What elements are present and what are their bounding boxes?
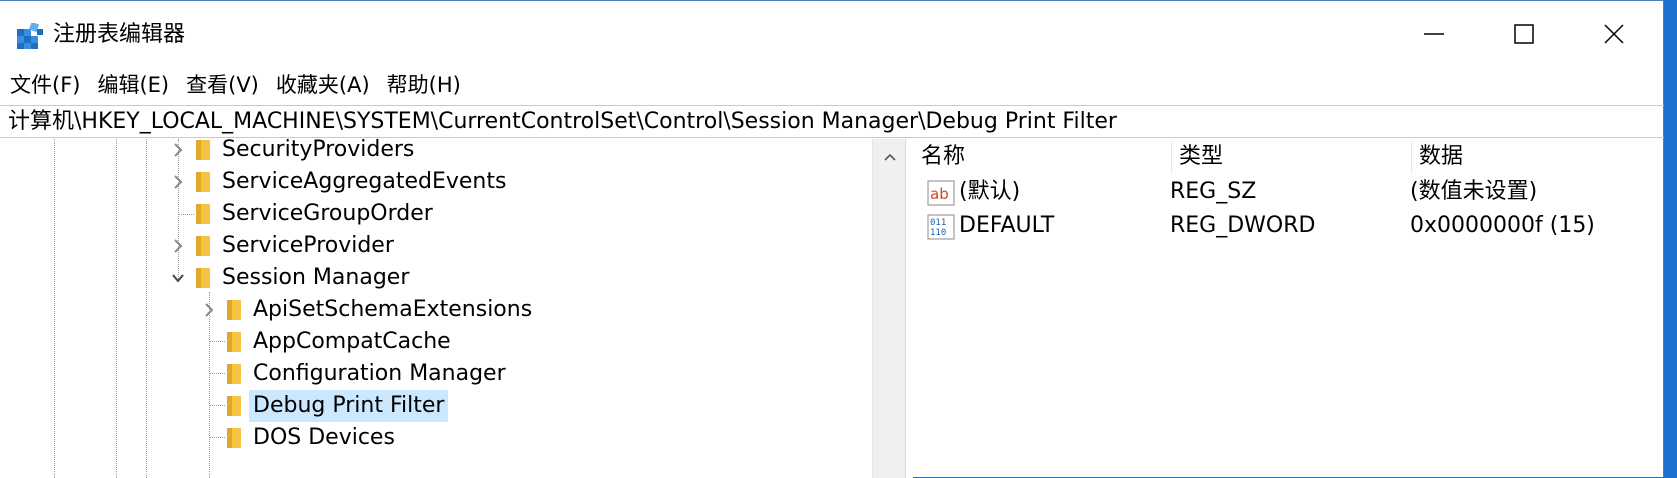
- registry-editor-icon: [17, 23, 43, 49]
- title-bar[interactable]: 注册表编辑器: [0, 1, 1663, 67]
- chevron-right-icon[interactable]: [170, 174, 186, 190]
- minimize-icon: [1424, 33, 1444, 35]
- menu-file[interactable]: 文件(F): [0, 67, 86, 103]
- menu-help[interactable]: 帮助(H): [377, 67, 467, 103]
- tree-item-label[interactable]: AppCompatCache: [249, 326, 455, 358]
- key-tree-pane[interactable]: SecurityProviders ServiceAggregatedEvents…: [0, 139, 905, 478]
- chevron-right-icon[interactable]: [170, 142, 186, 158]
- value-type: REG_DWORD: [1170, 213, 1316, 238]
- tree-item[interactable]: AppCompatCache: [0, 326, 870, 358]
- tree-item-label[interactable]: ServiceGroupOrder: [218, 198, 437, 230]
- tree-item[interactable]: ServiceAggregatedEvents: [0, 166, 870, 198]
- window-title: 注册表编辑器: [53, 22, 186, 47]
- pane-splitter[interactable]: [905, 139, 913, 478]
- maximize-icon: [1514, 24, 1534, 44]
- minimize-button[interactable]: [1389, 1, 1479, 67]
- tree-item-label[interactable]: Session Manager: [218, 262, 413, 294]
- chevron-down-icon[interactable]: [170, 270, 186, 286]
- tree-item-label[interactable]: ApiSetSchemaExtensions: [249, 294, 536, 326]
- column-header-name[interactable]: 名称: [913, 139, 1171, 175]
- folder-icon: [225, 394, 243, 418]
- maximize-button[interactable]: [1479, 1, 1569, 67]
- folder-icon: [194, 266, 212, 290]
- tree-item[interactable]: SecurityProviders: [0, 139, 870, 166]
- tree-item[interactable]: ApiSetSchemaExtensions: [0, 294, 870, 326]
- tree-item-label[interactable]: DOS Devices: [249, 422, 399, 454]
- close-icon: [1604, 24, 1624, 44]
- menu-edit[interactable]: 编辑(E): [87, 67, 175, 103]
- folder-icon: [225, 298, 243, 322]
- value-data: 0x0000000f (15): [1410, 213, 1595, 238]
- chevron-right-icon[interactable]: [201, 302, 217, 318]
- binary-value-icon: 011 110: [927, 214, 955, 240]
- value-name: (默认): [959, 179, 1021, 204]
- value-row[interactable]: ab (默认) REG_SZ (数值未设置): [913, 175, 1664, 209]
- tree-item-label[interactable]: ServiceProvider: [218, 230, 398, 262]
- registry-editor-window: 注册表编辑器 文件(F) 编辑(E) 查看(V) 收藏夹(A) 帮助(H) 计算…: [0, 0, 1664, 478]
- tree-item[interactable]: ServiceGroupOrder: [0, 198, 870, 230]
- column-header-type[interactable]: 类型: [1171, 139, 1411, 175]
- string-value-icon: ab: [927, 180, 955, 206]
- folder-icon: [194, 170, 212, 194]
- tree-item-label[interactable]: Debug Print Filter: [249, 390, 449, 422]
- tree-item[interactable]: DOS Devices: [0, 422, 870, 454]
- close-button[interactable]: [1569, 1, 1659, 67]
- values-pane[interactable]: 名称 类型 数据 ab (默认) REG_SZ (数值未设置) 011 110 …: [913, 139, 1664, 478]
- chevron-up-icon: [883, 153, 896, 161]
- tree-item-label[interactable]: Configuration Manager: [249, 358, 510, 390]
- chevron-right-icon[interactable]: [170, 238, 186, 254]
- svg-text:110: 110: [930, 228, 946, 238]
- value-data: (数值未设置): [1410, 179, 1538, 204]
- folder-icon: [194, 139, 212, 162]
- folder-icon: [194, 234, 212, 258]
- tree-item[interactable]: Session Manager: [0, 262, 870, 294]
- tree-vertical-scrollbar[interactable]: [872, 139, 905, 478]
- folder-icon: [225, 362, 243, 386]
- menu-view[interactable]: 查看(V): [176, 67, 265, 103]
- value-name: DEFAULT: [959, 213, 1055, 238]
- folder-icon: [225, 330, 243, 354]
- value-row[interactable]: 011 110 DEFAULT REG_DWORD 0x0000000f (15…: [913, 209, 1664, 243]
- value-type: REG_SZ: [1170, 179, 1257, 204]
- folder-icon: [225, 426, 243, 450]
- menu-favorites[interactable]: 收藏夹(A): [266, 67, 376, 103]
- tree-item[interactable]: Debug Print Filter: [0, 390, 870, 422]
- tree-item-label[interactable]: SecurityProviders: [218, 139, 418, 166]
- svg-text:ab: ab: [930, 185, 949, 203]
- tree-item-label[interactable]: ServiceAggregatedEvents: [218, 166, 510, 198]
- folder-icon: [194, 202, 212, 226]
- tree-item[interactable]: Configuration Manager: [0, 358, 870, 390]
- address-bar[interactable]: 计算机\HKEY_LOCAL_MACHINE\SYSTEM\CurrentCon…: [0, 105, 1664, 138]
- column-header-data[interactable]: 数据: [1411, 139, 1661, 175]
- tree-item[interactable]: ServiceProvider: [0, 230, 870, 262]
- svg-text:011: 011: [930, 218, 946, 228]
- menu-bar: 文件(F) 编辑(E) 查看(V) 收藏夹(A) 帮助(H): [0, 67, 1663, 103]
- scroll-up-button[interactable]: [873, 147, 905, 167]
